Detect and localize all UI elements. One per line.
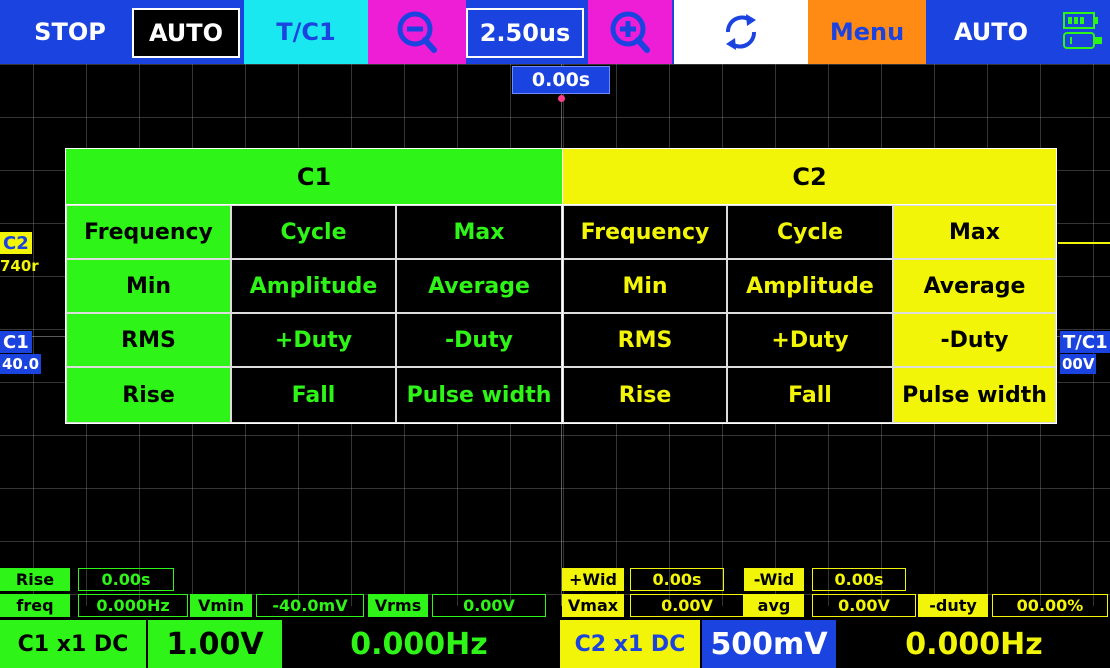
- c2-option-min[interactable]: Min: [563, 259, 727, 313]
- c1-offset-value: 40.0: [0, 354, 42, 374]
- vmax-label: Vmax: [562, 594, 624, 617]
- minus-width-value: 0.00s: [812, 568, 906, 591]
- c2-option-pulse-width[interactable]: Pulse width: [893, 367, 1056, 423]
- avg-label: avg: [744, 594, 804, 617]
- timebase-display[interactable]: 2.50us: [466, 8, 584, 58]
- c2-frequency-readout: 0.000Hz: [905, 626, 1043, 662]
- c2-offset-value: 740r: [0, 257, 39, 275]
- c1-header: C1: [66, 149, 562, 204]
- zoom-in-button[interactable]: [588, 0, 672, 64]
- vrms-value: 0.00V: [432, 594, 546, 617]
- c2-trace: [1058, 242, 1110, 244]
- c2-option-plus-duty[interactable]: +Duty: [727, 313, 893, 367]
- c1-option-frequency[interactable]: Frequency: [66, 205, 231, 259]
- c1-option-fall[interactable]: Fall: [231, 367, 396, 423]
- trigger-position-marker: [558, 95, 565, 102]
- c2-level-marker[interactable]: C2: [0, 232, 32, 254]
- c1-option-amplitude[interactable]: Amplitude: [231, 259, 396, 313]
- rise-label: Rise: [0, 568, 70, 591]
- c2-coupling-button[interactable]: C2 x1 DC: [560, 620, 700, 668]
- c2-option-fall[interactable]: Fall: [727, 367, 893, 423]
- c1-option-rise[interactable]: Rise: [66, 367, 231, 423]
- battery-indicator: [1058, 0, 1110, 64]
- c1-frequency-readout: 0.000Hz: [350, 626, 488, 662]
- c1-option-pulse-width[interactable]: Pulse width: [396, 367, 562, 423]
- c1-option-min[interactable]: Min: [66, 259, 231, 313]
- c2-header: C2: [563, 149, 1056, 204]
- c1-option-max[interactable]: Max: [396, 205, 562, 259]
- c2-option-max[interactable]: Max: [893, 205, 1056, 259]
- c1-option-average[interactable]: Average: [396, 259, 562, 313]
- freq-label: freq: [0, 594, 70, 617]
- c1-option-rms[interactable]: RMS: [66, 313, 231, 367]
- refresh-icon: [726, 14, 756, 50]
- vmin-label: Vmin: [190, 594, 252, 617]
- c2-volts-per-div-button[interactable]: 500mV: [702, 620, 836, 668]
- zoom-out-icon: [397, 11, 437, 53]
- c2-option-rise[interactable]: Rise: [563, 367, 727, 423]
- c2-option-rms[interactable]: RMS: [563, 313, 727, 367]
- c1-coupling-button[interactable]: C1 x1 DC: [0, 620, 146, 668]
- c2-option-cycle[interactable]: Cycle: [727, 205, 893, 259]
- menu-button[interactable]: Menu: [808, 0, 926, 64]
- c2-option-amplitude[interactable]: Amplitude: [727, 259, 893, 313]
- c1-volts-per-div-button[interactable]: 1.00V: [148, 620, 282, 668]
- c2-option-minus-duty[interactable]: -Duty: [893, 313, 1056, 367]
- run-stop-button[interactable]: STOP: [0, 0, 140, 64]
- avg-value: 0.00V: [812, 594, 916, 617]
- trigger-mode-button[interactable]: AUTO: [132, 8, 240, 58]
- trigger-time-badge: 0.00s: [512, 66, 610, 94]
- c1-option-cycle[interactable]: Cycle: [231, 205, 396, 259]
- freq-value: 0.000Hz: [78, 594, 188, 617]
- zoom-in-icon: [610, 11, 650, 53]
- plus-width-label: +Wid: [562, 568, 624, 591]
- rise-value: 0.00s: [78, 568, 174, 591]
- battery-icon: [1063, 12, 1102, 49]
- c2-option-frequency[interactable]: Frequency: [563, 205, 727, 259]
- vmin-value: -40.0mV: [256, 594, 364, 617]
- c1-option-minus-duty[interactable]: -Duty: [396, 313, 562, 367]
- vmax-value: 0.00V: [630, 594, 744, 617]
- trigger-level-value: 00V: [1060, 354, 1097, 374]
- minus-duty-label: -duty: [918, 594, 988, 617]
- status-bar: C1 x1 DC 1.00V 0.000Hz C2 x1 DC 500mV 0.…: [0, 620, 1110, 668]
- c1-option-plus-duty[interactable]: +Duty: [231, 313, 396, 367]
- trigger-level-marker[interactable]: T/C1: [1060, 331, 1110, 353]
- plus-width-value: 0.00s: [630, 568, 724, 591]
- c2-option-average[interactable]: Average: [893, 259, 1056, 313]
- vrms-label: Vrms: [368, 594, 428, 617]
- trigger-source-button[interactable]: T/C1: [244, 0, 368, 64]
- minus-width-label: -Wid: [744, 568, 804, 591]
- minus-duty-value: 00.00%: [992, 594, 1108, 617]
- c1-level-marker[interactable]: C1: [0, 331, 32, 353]
- auto-set-button[interactable]: AUTO: [926, 0, 1056, 64]
- toolbar: STOP AUTO T/C1 2.50us Menu AUTO: [0, 0, 1110, 64]
- zoom-out-button[interactable]: [368, 0, 466, 64]
- measurement-menu: C1 C2 Frequency Cycle Max Frequency Cycl…: [65, 148, 1057, 424]
- refresh-button[interactable]: [674, 0, 808, 64]
